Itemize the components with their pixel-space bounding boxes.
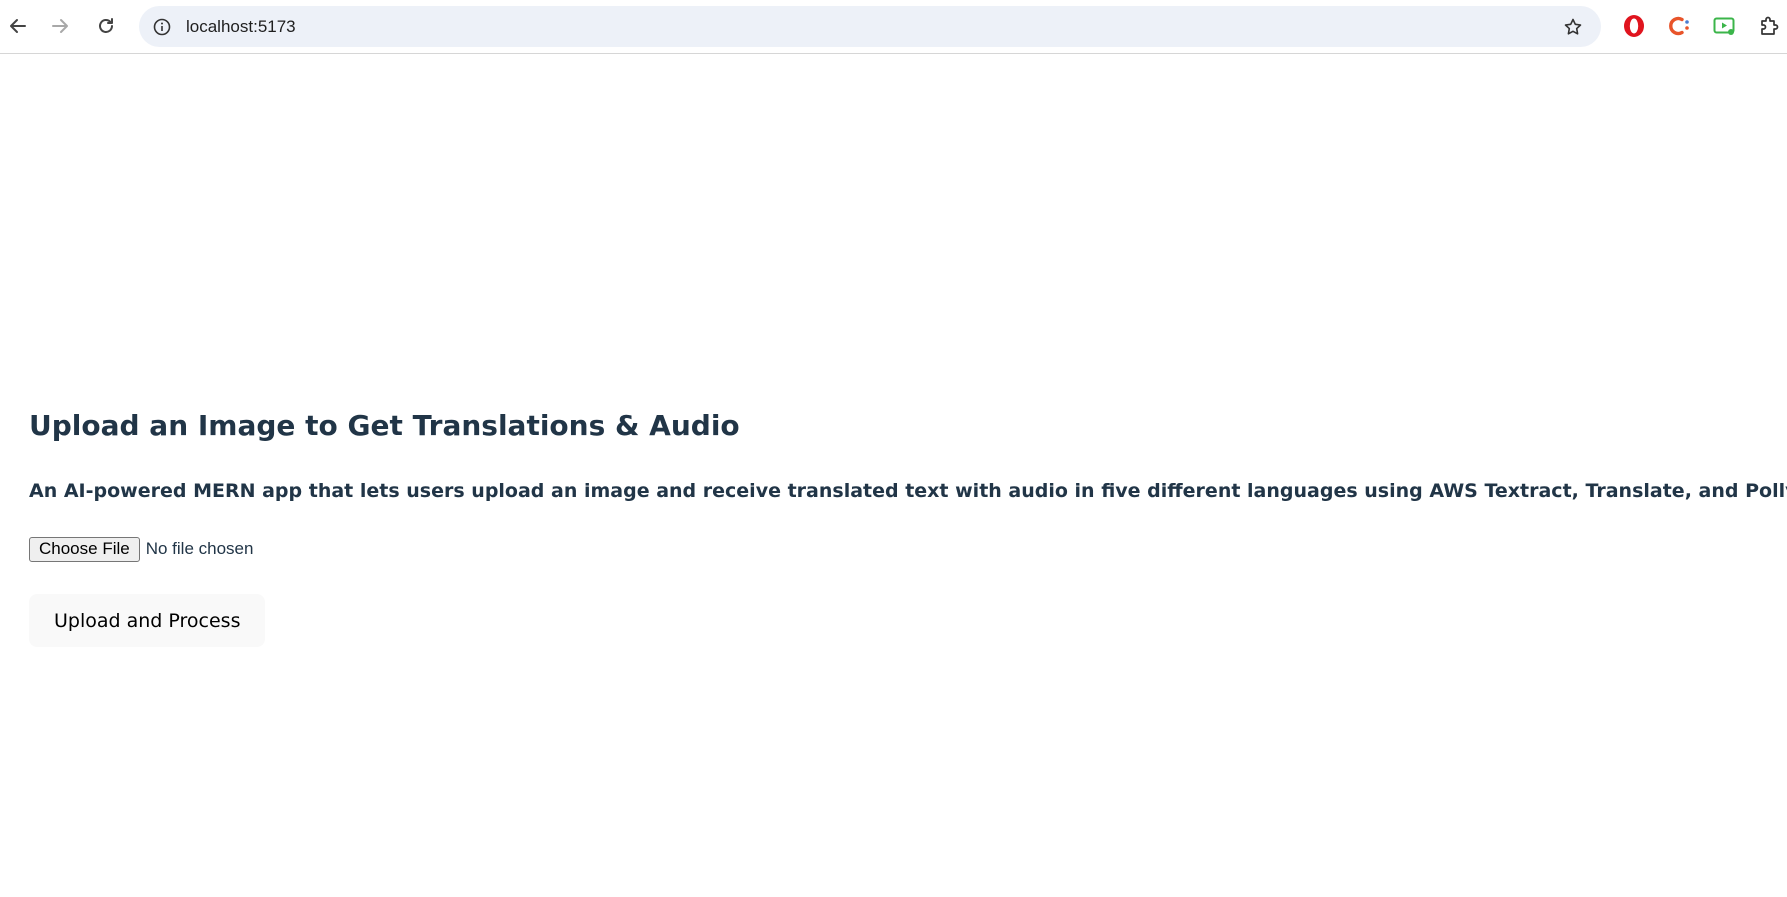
file-status-text: No file chosen <box>145 539 254 558</box>
page-description: An AI-powered MERN app that lets users u… <box>29 480 1787 502</box>
opera-extension-icon[interactable] <box>1620 12 1648 40</box>
file-input[interactable]: Choose File No file chosen <box>29 536 253 562</box>
choose-file-button[interactable]: Choose File <box>29 536 140 562</box>
info-icon[interactable] <box>150 15 174 39</box>
page-title: Upload an Image to Get Translations & Au… <box>29 409 740 442</box>
c-extension-icon[interactable] <box>1665 12 1693 40</box>
url-text[interactable]: localhost:5173 <box>186 6 296 47</box>
upload-and-process-button[interactable]: Upload and Process <box>29 594 266 647</box>
address-bar[interactable]: localhost:5173 <box>139 6 1601 47</box>
reload-button[interactable] <box>88 8 124 44</box>
star-icon[interactable] <box>1561 15 1585 39</box>
forward-button[interactable] <box>42 8 78 44</box>
back-arrow-icon <box>8 16 28 36</box>
reload-icon <box>96 16 116 36</box>
back-button[interactable] <box>0 8 36 44</box>
puzzle-extensions-icon[interactable] <box>1755 12 1783 40</box>
main-content: Upload an Image to Get Translations & Au… <box>29 406 1787 647</box>
browser-toolbar: localhost:5173 <box>0 0 1787 54</box>
screen-record-extension-icon[interactable] <box>1710 12 1738 40</box>
forward-arrow-icon <box>50 16 70 36</box>
